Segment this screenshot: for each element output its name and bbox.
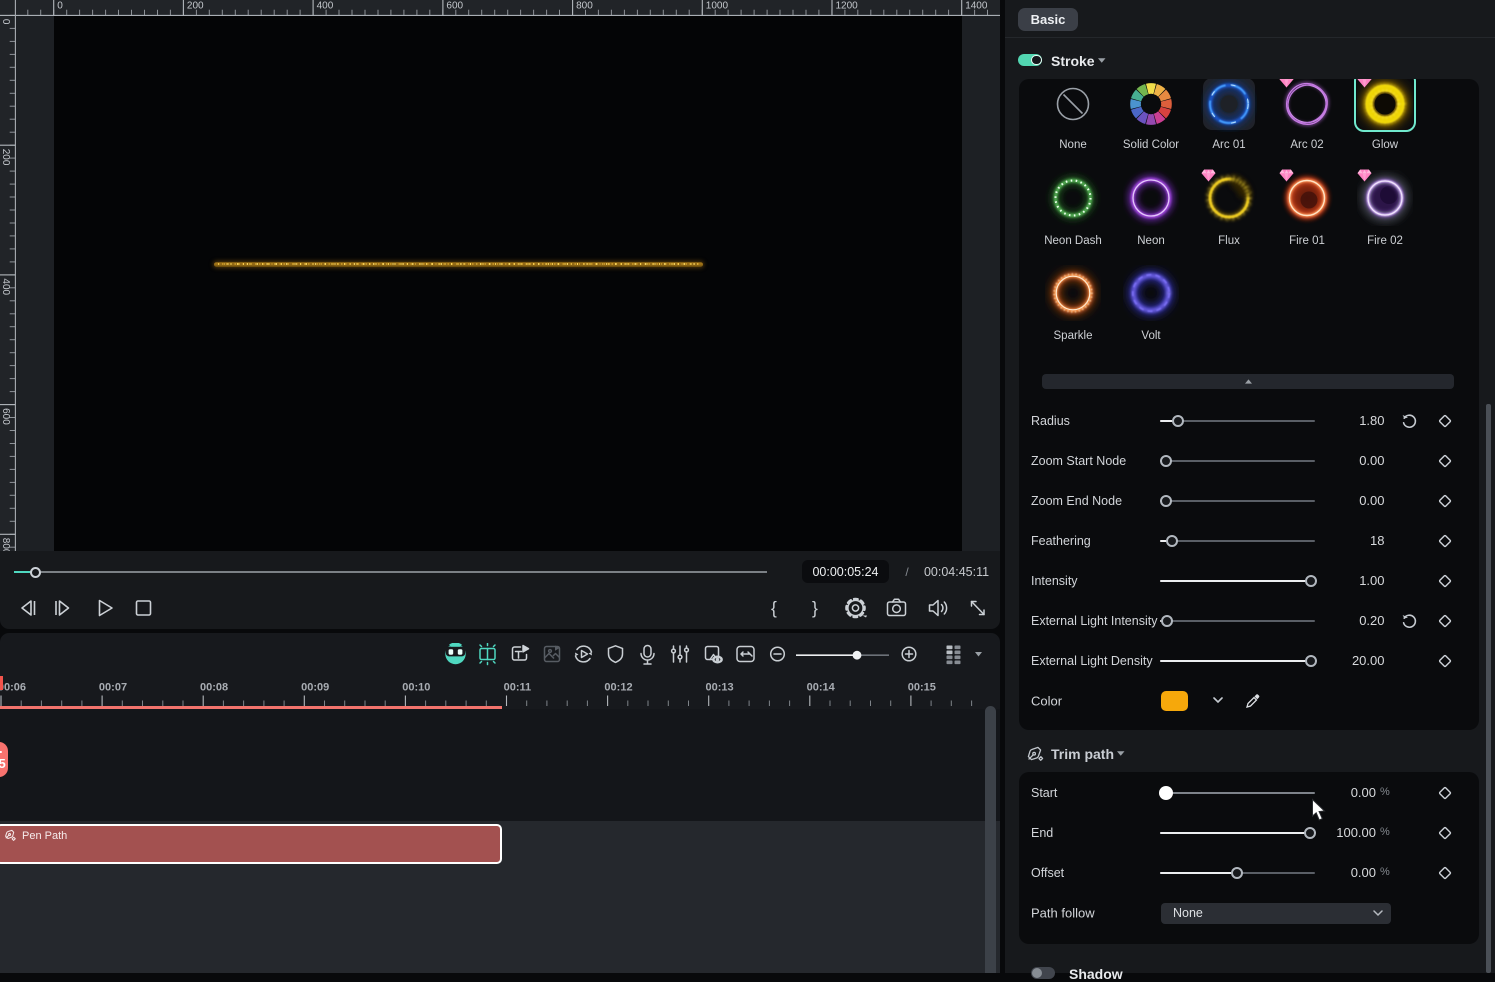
svg-text:00:06: 00:06 — [0, 682, 26, 694]
svg-text:00:11: 00:11 — [504, 682, 532, 694]
svg-text:00:07: 00:07 — [99, 682, 127, 694]
svg-text:00:13: 00:13 — [706, 682, 734, 694]
svg-text:600: 600 — [0, 408, 11, 425]
svg-text:}: } — [812, 598, 818, 618]
svg-text:200: 200 — [187, 0, 204, 11]
svg-text:600: 600 — [446, 0, 463, 11]
svg-text:0: 0 — [57, 0, 63, 11]
svg-text:400: 400 — [0, 278, 11, 295]
svg-text:1200: 1200 — [836, 0, 859, 11]
svg-text:800: 800 — [0, 538, 11, 551]
svg-text:{: { — [771, 598, 777, 618]
svg-text:00:10: 00:10 — [402, 682, 430, 694]
svg-text:400: 400 — [317, 0, 334, 11]
svg-text:00:15: 00:15 — [908, 682, 936, 694]
svg-text:1400: 1400 — [965, 0, 988, 11]
svg-text:0: 0 — [0, 19, 11, 25]
svg-text:00:14: 00:14 — [807, 682, 836, 694]
svg-text:00:09: 00:09 — [301, 682, 329, 694]
svg-text:00:08: 00:08 — [200, 682, 228, 694]
svg-text:200: 200 — [0, 149, 11, 166]
svg-text:1000: 1000 — [706, 0, 729, 11]
svg-text:00:12: 00:12 — [604, 682, 632, 694]
svg-text:800: 800 — [576, 0, 593, 11]
